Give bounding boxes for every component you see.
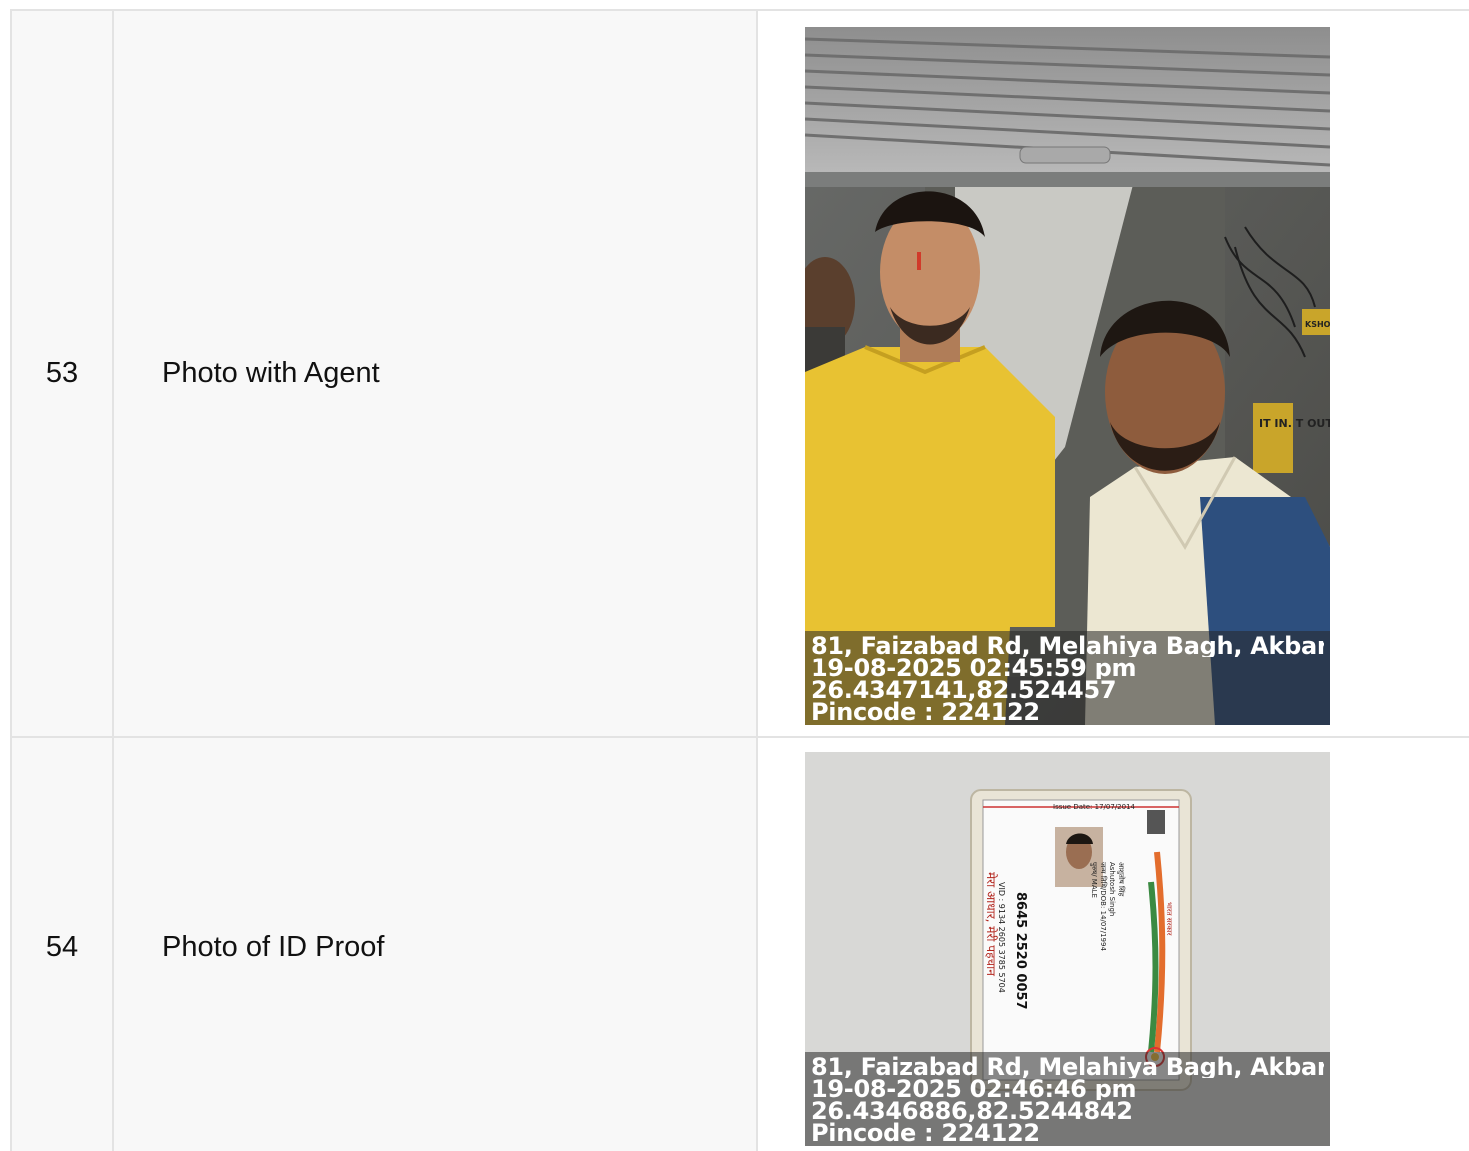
- geo-stamp: 81, Faizabad Rd, Melahiya Bagh, Akbarpur…: [805, 1052, 1330, 1146]
- page: 53 Photo with Agent IT IN. T OUT. KSHO 8…: [0, 0, 1469, 1151]
- photo-cell: Issue Date: 17/07/2014 आशुतोष सिंह Ashut…: [756, 736, 1469, 1151]
- id-name: Ashutosh Singh: [1108, 862, 1116, 916]
- id-dob: जन्म तिथि/DOB: 14/07/1994: [1099, 862, 1108, 951]
- shop-sign-text: KSHOP: [1305, 320, 1330, 329]
- row-label: Photo of ID Proof: [112, 736, 758, 1151]
- geo-stamp: 81, Faizabad Rd, Melahiya Bagh, Akbarpur…: [805, 631, 1330, 725]
- table-row: 54 Photo of ID Proof Issue Date: 17/07/2…: [10, 736, 1469, 1151]
- agent-photo-image: IT IN. T OUT. KSHOP: [805, 27, 1330, 725]
- row-label: Photo with Agent: [112, 9, 758, 738]
- id-gender: पुरुष/ MALE: [1090, 862, 1098, 898]
- stamp-datetime: 19-08-2025 02:45:59 pm: [811, 657, 1137, 679]
- id-gov-header: भारत सरकार: [1165, 902, 1173, 936]
- wall-sign-text: IT IN. T OUT.: [1259, 417, 1330, 430]
- id-name-hindi: आशुतोष सिंह: [1117, 862, 1126, 897]
- stamp-pincode: Pincode : 224122: [811, 1122, 1040, 1144]
- agent-photo[interactable]: IT IN. T OUT. KSHOP: [805, 27, 1330, 725]
- stamp-address: 81, Faizabad Rd, Melahiya Bagh, Akbarpur…: [811, 1056, 1324, 1078]
- id-issue-date: Issue Date: 17/07/2014: [1053, 803, 1136, 811]
- id-tagline: मेरा आधार, मेरी पहचान: [984, 872, 998, 976]
- id-aadhaar-number: 8645 2520 0057: [1013, 892, 1028, 1010]
- row-number: 54: [10, 736, 114, 1151]
- stamp-address: 81, Faizabad Rd, Melahiya Bagh, Akbarpur…: [811, 635, 1324, 657]
- row-number: 53: [10, 9, 114, 738]
- stamp-pincode: Pincode : 224122: [811, 701, 1040, 723]
- photo-cell: IT IN. T OUT. KSHOP: [756, 9, 1469, 738]
- stamp-coords: 26.4346886,82.5244842: [811, 1100, 1133, 1122]
- stamp-datetime: 19-08-2025 02:46:46 pm: [811, 1078, 1137, 1100]
- report-table: 53 Photo with Agent IT IN. T OUT. KSHO 8…: [10, 9, 1469, 1151]
- stamp-coords: 26.4347141,82.524457: [811, 679, 1117, 701]
- table-row: 53 Photo with Agent IT IN. T OUT. KSHO 8…: [10, 9, 1469, 738]
- id-proof-photo[interactable]: Issue Date: 17/07/2014 आशुतोष सिंह Ashut…: [805, 752, 1330, 1146]
